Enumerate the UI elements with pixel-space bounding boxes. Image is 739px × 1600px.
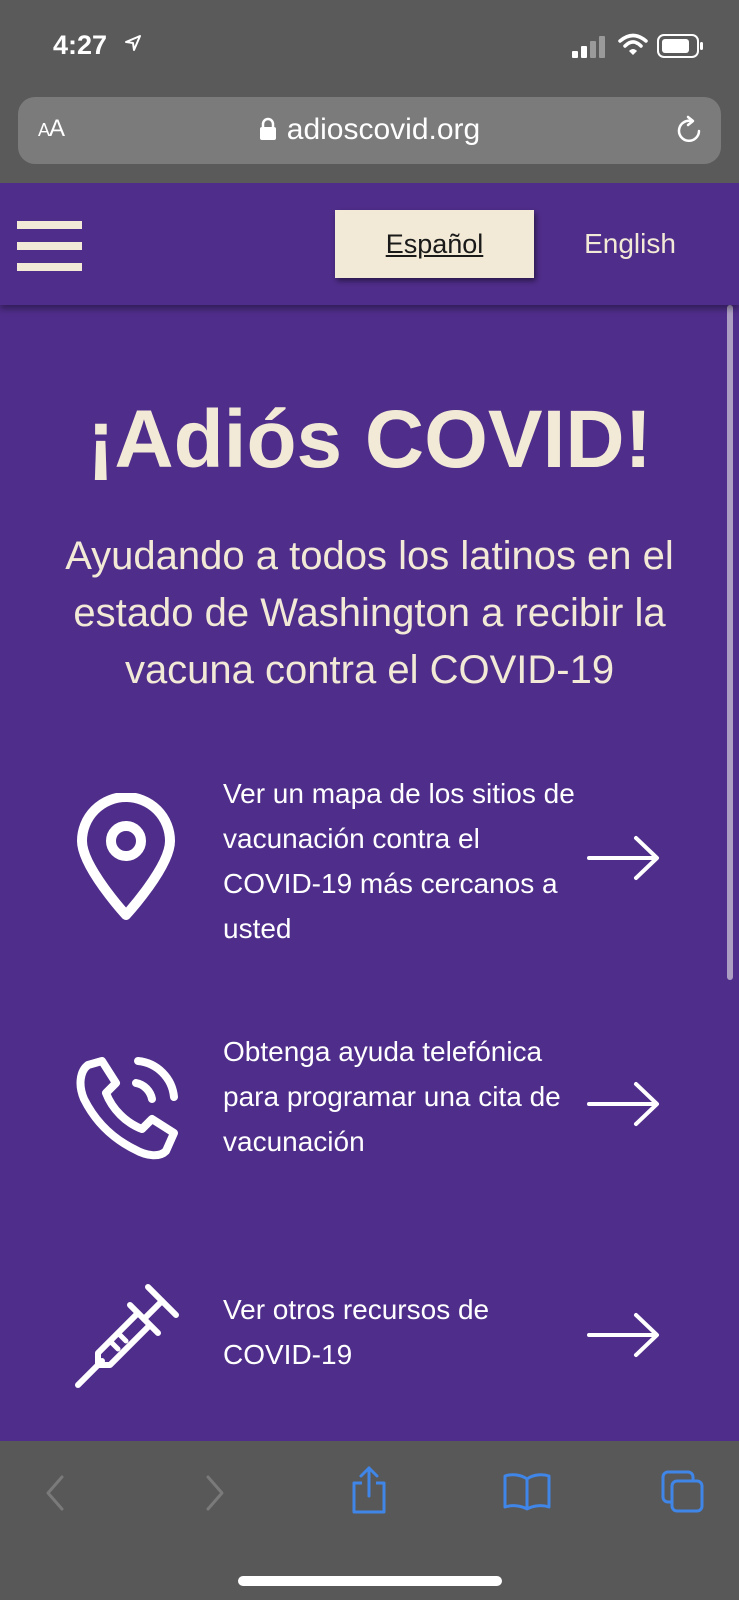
- tabs-icon[interactable]: [660, 1469, 706, 1515]
- syringe-icon: [75, 1284, 179, 1388]
- resource-link-phone[interactable]: Obtenga ayuda telefónica para programar …: [0, 1036, 739, 1193]
- battery-icon: [657, 34, 703, 58]
- resource-text: Obtenga ayuda telefónica para programar …: [223, 1036, 561, 1157]
- hamburger-menu-icon[interactable]: [17, 221, 82, 273]
- status-bar: 4:27: [0, 0, 739, 95]
- lock-icon: [259, 117, 276, 140]
- site-header: Español English: [0, 183, 739, 305]
- address-bar[interactable]: AA adioscovid.org: [18, 97, 721, 164]
- url-text: adioscovid.org: [286, 113, 481, 146]
- language-spanish-button[interactable]: Español: [335, 210, 534, 278]
- location-arrow-icon: [125, 35, 141, 51]
- share-icon[interactable]: [349, 1465, 389, 1515]
- wifi-icon: [618, 33, 648, 55]
- resource-text: Ver un mapa de los sitios de vacunación …: [223, 778, 575, 944]
- status-time: 4:27: [53, 30, 108, 60]
- forward-icon[interactable]: [200, 1473, 230, 1513]
- signal-icon: [572, 36, 605, 58]
- language-english-button[interactable]: English: [565, 210, 695, 278]
- home-indicator[interactable]: [238, 1576, 502, 1586]
- back-icon[interactable]: [40, 1473, 70, 1513]
- page-title: ¡Adiós COVID!: [87, 394, 652, 485]
- map-pin-icon: [77, 793, 175, 920]
- arrow-right-icon[interactable]: [586, 1312, 662, 1358]
- arrow-right-icon[interactable]: [586, 835, 662, 881]
- phone-icon: [76, 1057, 178, 1160]
- url-display[interactable]: adioscovid.org: [18, 113, 721, 147]
- resource-link-map[interactable]: Ver un mapa de los sitios de vacunación …: [0, 778, 739, 963]
- arrow-right-icon[interactable]: [586, 1081, 662, 1127]
- resource-text: Ver otros recursos de COVID-19: [223, 1294, 490, 1370]
- bookmarks-icon[interactable]: [502, 1471, 552, 1511]
- web-page: Español English ¡Adiós COVID! Ayudando a…: [0, 183, 739, 1441]
- reload-icon[interactable]: [673, 114, 705, 146]
- resource-link-other[interactable]: Ver otros recursos de COVID-19: [0, 1283, 739, 1403]
- page-subtitle: Ayudando a todos los latinos en el estad…: [65, 534, 674, 692]
